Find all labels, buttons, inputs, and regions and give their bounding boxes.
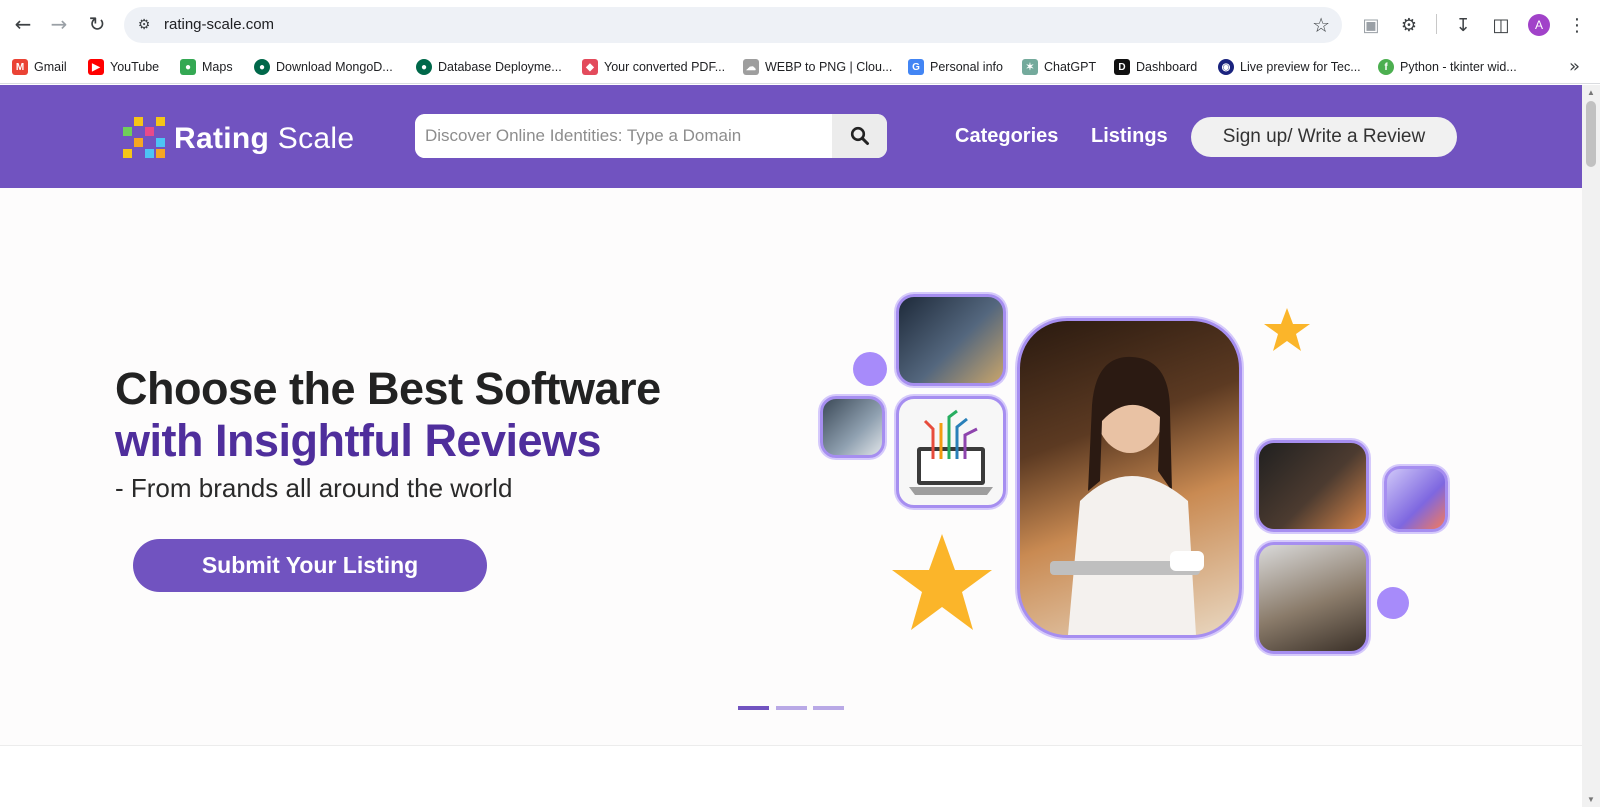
- address-bar[interactable]: ⚙ rating-scale.com ☆: [124, 7, 1342, 43]
- photo-woman-laptop: [1017, 318, 1242, 638]
- search-button[interactable]: [832, 114, 887, 158]
- extensions-icon[interactable]: ⚙: [1396, 12, 1422, 38]
- photo-thumbs-up-reviews: [1256, 440, 1369, 532]
- live-preview-icon: ◉: [1218, 59, 1234, 75]
- bookmark-star-icon[interactable]: ☆: [1312, 13, 1330, 37]
- side-panel-icon[interactable]: ◫: [1488, 12, 1514, 38]
- scroll-down-icon[interactable]: ▼: [1587, 795, 1595, 804]
- maps-icon: ●: [180, 59, 196, 75]
- bookmark-maps[interactable]: ● Maps: [180, 58, 233, 76]
- bookmarks-overflow-icon[interactable]: »: [1569, 56, 1580, 77]
- site-settings-icon[interactable]: ⚙: [134, 15, 154, 35]
- photo-laptop-graphic: [896, 396, 1006, 508]
- hero-section: Choose the Best Software with Insightful…: [0, 188, 1582, 746]
- page-scrollbar[interactable]: ▲ ▼: [1582, 85, 1600, 807]
- reload-icon[interactable]: ↻: [83, 10, 111, 38]
- forward-arrow-icon[interactable]: →: [45, 10, 73, 38]
- hero-subtitle: - From brands all around the world: [115, 473, 513, 503]
- logo-word-rating: Rating: [174, 122, 270, 155]
- download-icon[interactable]: ↧: [1450, 12, 1476, 38]
- bookmark-database-deployment[interactable]: ● Database Deployme...: [416, 58, 562, 76]
- toolbar-divider: [1436, 14, 1437, 34]
- camera-icon[interactable]: ▣: [1358, 12, 1384, 38]
- slide-indicator-3[interactable]: [813, 706, 844, 710]
- domain-search-input[interactable]: [415, 114, 831, 158]
- hero-title-line1: Choose the Best Software: [115, 363, 661, 414]
- more-menu-icon[interactable]: ⋮: [1564, 12, 1590, 38]
- browser-toolbar: ← → ↻ ⚙ rating-scale.com ☆ ▣ ⚙ ↧ ◫ A ⋮: [0, 0, 1600, 50]
- bookmarks-bar: M Gmail ▶ YouTube ● Maps ● Download Mong…: [0, 50, 1600, 84]
- hero-title-line2: with Insightful Reviews: [115, 415, 602, 466]
- site-logo[interactable]: Rating Scale: [120, 117, 354, 161]
- star-small-icon: [1264, 308, 1310, 351]
- photo-man-laptop: [1256, 542, 1369, 654]
- bookmark-gmail[interactable]: M Gmail: [12, 58, 67, 76]
- logo-grid-icon: [120, 117, 166, 161]
- logo-word-scale: Scale: [277, 122, 355, 155]
- bookmark-chatgpt[interactable]: ✶ ChatGPT: [1022, 58, 1096, 76]
- site-header: Rating Scale Categories Listings Sign up…: [0, 85, 1582, 188]
- search-icon: [850, 126, 869, 145]
- signup-write-review-button[interactable]: Sign up/ Write a Review: [1191, 117, 1457, 157]
- bookmark-webp-to-png[interactable]: ☁ WEBP to PNG | Clou...: [743, 58, 892, 76]
- back-arrow-icon[interactable]: ←: [9, 10, 37, 38]
- slide-indicator-1[interactable]: [738, 706, 769, 710]
- laptop-graphic-illustration: [909, 409, 993, 495]
- woman-silhouette: [1050, 356, 1204, 635]
- bookmark-mongodb-download[interactable]: ● Download MongoD...: [254, 58, 393, 76]
- google-icon: G: [908, 59, 924, 75]
- chatgpt-icon: ✶: [1022, 59, 1038, 75]
- bookmark-python-tkinter[interactable]: f Python - tkinter wid...: [1378, 58, 1517, 76]
- dashboard-icon: D: [1114, 59, 1130, 75]
- youtube-icon: ▶: [88, 59, 104, 75]
- url-text: rating-scale.com: [164, 16, 275, 33]
- decor-dot: [1377, 587, 1409, 619]
- gmail-icon: M: [12, 59, 28, 75]
- python-icon: f: [1378, 59, 1394, 75]
- bookmark-live-preview[interactable]: ◉ Live preview for Tec...: [1218, 58, 1361, 76]
- scroll-up-icon[interactable]: ▲: [1587, 88, 1595, 97]
- photo-phone-hand: [1384, 466, 1448, 532]
- scrollbar-thumb[interactable]: [1586, 101, 1596, 167]
- bookmark-personal-info[interactable]: G Personal info: [908, 58, 1003, 76]
- decor-dot: [853, 352, 887, 386]
- photo-tablet-rating: [896, 294, 1006, 386]
- nav-listings-link[interactable]: Listings: [1091, 125, 1168, 148]
- bookmark-youtube[interactable]: ▶ YouTube: [88, 58, 159, 76]
- bookmark-pdf-converter[interactable]: ◆ Your converted PDF...: [582, 58, 725, 76]
- pdf-converter-icon: ◆: [582, 59, 598, 75]
- photo-team-laptop: [820, 396, 885, 458]
- mongodb-icon: ●: [416, 59, 432, 75]
- nav-categories-link[interactable]: Categories: [955, 125, 1058, 148]
- submit-listing-button[interactable]: Submit Your Listing: [133, 539, 487, 592]
- mongodb-icon: ●: [254, 59, 270, 75]
- profile-avatar[interactable]: A: [1528, 14, 1550, 36]
- star-large-icon: [892, 534, 992, 630]
- bookmark-dashboard[interactable]: D Dashboard: [1114, 58, 1197, 76]
- slide-indicator-2[interactable]: [776, 706, 807, 710]
- cloud-icon: ☁: [743, 59, 759, 75]
- search-box: [415, 114, 887, 158]
